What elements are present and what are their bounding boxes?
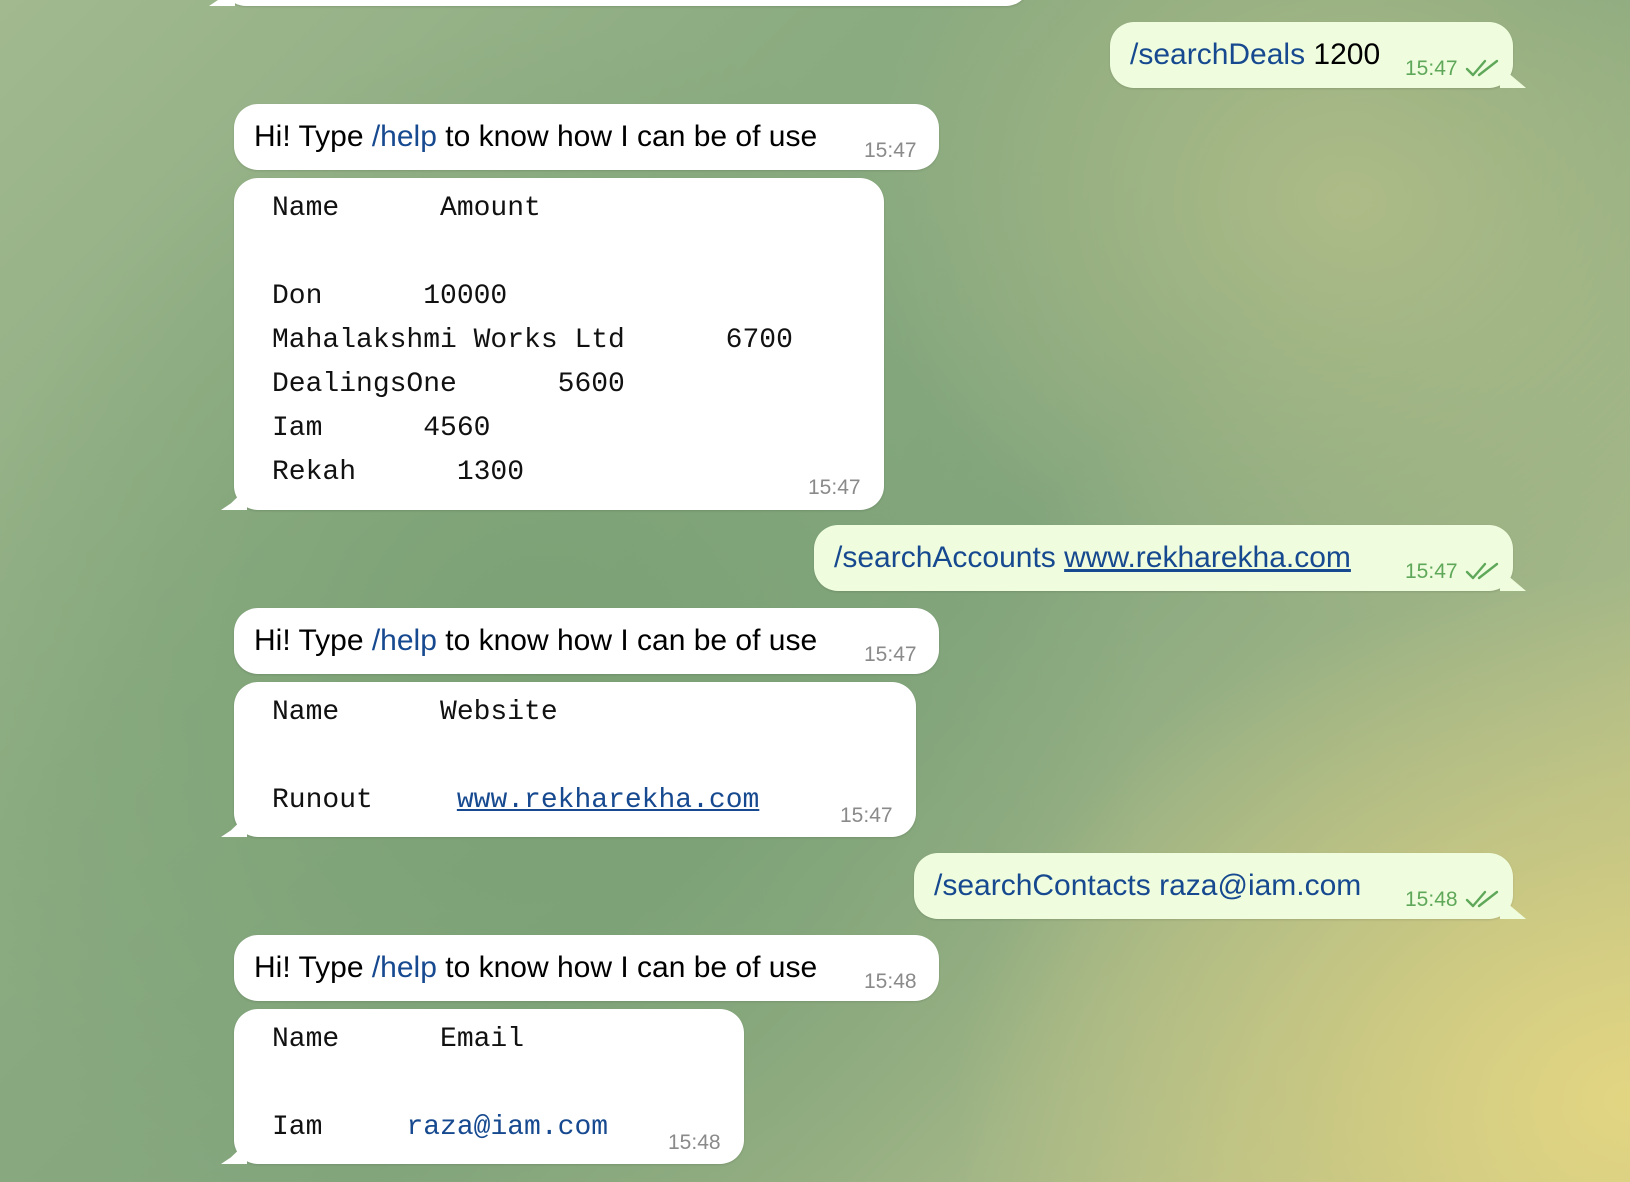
help-command-link[interactable]: /help xyxy=(372,120,437,153)
website-link[interactable]: www.rekharekha.com xyxy=(1064,541,1351,574)
message-time: 15:47 xyxy=(808,476,861,499)
table-row: DealingsOne 5600 xyxy=(272,369,625,400)
table-header: Name Amount xyxy=(272,193,541,224)
command-link[interactable]: /searchContacts xyxy=(934,869,1151,902)
command-argument: 1200 xyxy=(1313,38,1381,71)
message-time: 15:48 xyxy=(864,970,917,993)
message-time: 15:48 xyxy=(668,1131,721,1154)
incoming-message-greeting[interactable]: Hi! Type /help to know how I can be of u… xyxy=(234,935,939,1001)
message-text: Hi! Type /help to know how I can be of u… xyxy=(254,951,818,984)
outgoing-message-search-deals[interactable]: /searchDeals 1200 15:47 xyxy=(1110,22,1513,88)
table-row: Mahalakshmi Works Ltd 6700 xyxy=(272,325,793,356)
incoming-message-accounts-table[interactable]: Name Website Runout www.rekharekha.com 1… xyxy=(234,682,916,837)
table-header: Name Email xyxy=(272,1024,525,1055)
incoming-message-contacts-table[interactable]: Name Email Iam raza@iam.com 15:48 xyxy=(234,1009,744,1164)
row-name: Iam xyxy=(272,1112,323,1143)
incoming-message-deals-table[interactable]: Name Amount Don 10000 Mahalakshmi Works … xyxy=(234,178,884,510)
website-link[interactable]: www.rekharekha.com xyxy=(457,785,759,816)
message-text: Hi! Type /help to know how I can be of u… xyxy=(254,624,818,657)
message-text: /searchContacts raza@iam.com xyxy=(934,871,1361,901)
message-text: /searchAccounts www.rekharekha.com xyxy=(834,543,1351,573)
message-text: /searchDeals 1200 xyxy=(1130,40,1380,70)
message-time: 15:48 xyxy=(1405,888,1458,911)
command-link[interactable]: /searchAccounts xyxy=(834,541,1056,574)
table-row: Iam 4560 xyxy=(272,413,491,444)
message-time: 15:47 xyxy=(864,643,917,666)
double-check-icon xyxy=(1465,562,1499,580)
table-row: Runout www.rekharekha.com xyxy=(272,780,759,822)
email-argument[interactable]: raza@iam.com xyxy=(1159,869,1361,902)
incoming-message-greeting[interactable]: Hi! Type /help to know how I can be of u… xyxy=(234,608,939,674)
message-text: Hi! Type /help to know how I can be of u… xyxy=(254,120,818,153)
help-command-link[interactable]: /help xyxy=(372,951,437,984)
command-link[interactable]: /searchDeals xyxy=(1130,38,1305,71)
outgoing-message-search-accounts[interactable]: /searchAccounts www.rekharekha.com 15:47 xyxy=(814,525,1513,591)
previous-message-bubble[interactable] xyxy=(222,0,1030,6)
double-check-icon xyxy=(1465,890,1499,908)
table-row: Iam raza@iam.com xyxy=(272,1107,608,1149)
table-header: Name Website xyxy=(272,697,558,728)
row-name: Runout xyxy=(272,785,373,816)
message-time: 15:47 xyxy=(840,804,893,827)
message-time: 15:47 xyxy=(1405,57,1458,80)
outgoing-message-search-contacts[interactable]: /searchContacts raza@iam.com 15:48 xyxy=(914,853,1513,919)
email-link[interactable]: raza@iam.com xyxy=(406,1112,608,1143)
help-command-link[interactable]: /help xyxy=(372,624,437,657)
table-row: Rekah 1300 xyxy=(272,457,525,488)
table-row: Don 10000 xyxy=(272,281,508,312)
message-time: 15:47 xyxy=(1405,560,1458,583)
incoming-message-greeting[interactable]: Hi! Type /help to know how I can be of u… xyxy=(234,104,939,170)
double-check-icon xyxy=(1465,59,1499,77)
message-time: 15:47 xyxy=(864,139,917,162)
